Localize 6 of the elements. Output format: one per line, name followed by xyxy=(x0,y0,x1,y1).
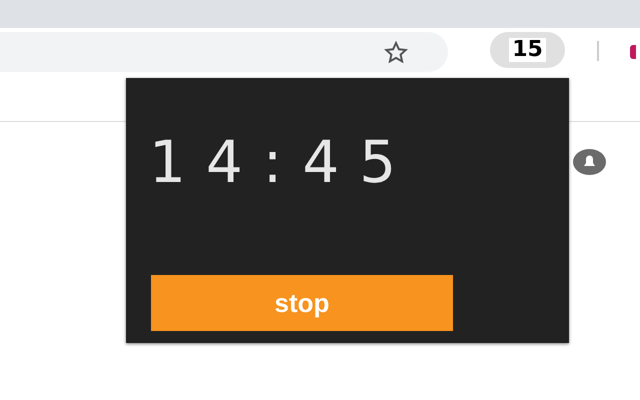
bell-icon[interactable] xyxy=(573,148,606,176)
toolbar-divider xyxy=(597,41,599,61)
profile-icon[interactable] xyxy=(630,45,636,59)
extension-button[interactable]: 15 xyxy=(490,32,565,68)
timer-display: 14:45 xyxy=(149,130,416,194)
star-icon[interactable] xyxy=(384,41,408,63)
